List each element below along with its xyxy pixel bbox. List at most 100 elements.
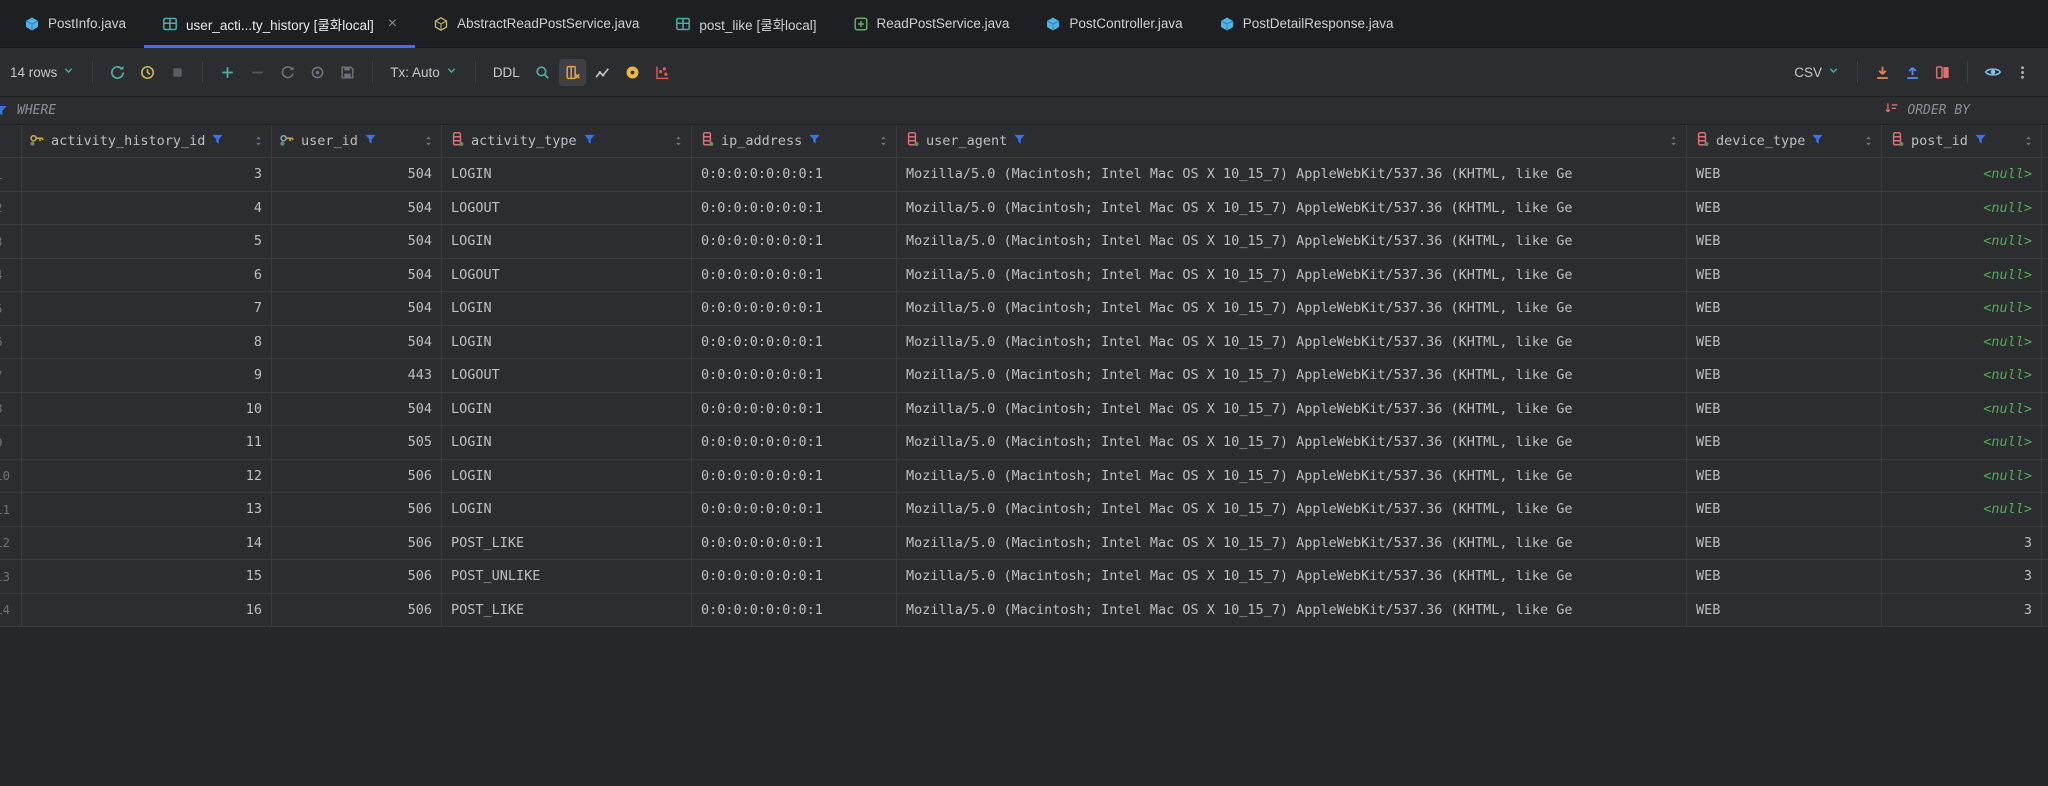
row-number[interactable]: 4 [0,258,22,292]
row-number[interactable]: 10 [0,459,22,493]
row-number[interactable]: 6 [0,325,22,359]
cell-activity_history_id[interactable]: 14 [22,526,272,560]
cell-ip_address[interactable]: 0:0:0:0:0:0:0:1 [692,292,897,326]
cell-device_type[interactable]: WEB [1687,258,1882,292]
cell-device_type[interactable]: WEB [1687,426,1882,460]
cell-activity_history_id[interactable]: 7 [22,292,272,326]
row-number[interactable]: 2 [0,191,22,225]
row-number[interactable]: 9 [0,426,22,460]
cell-user_agent[interactable]: Mozilla/5.0 (Macintosh; Intel Mac OS X 1… [897,359,1687,393]
cell-device_type[interactable]: WEB [1687,359,1882,393]
export-format-dropdown[interactable]: CSV [1788,64,1846,80]
cell-user_agent[interactable]: Mozilla/5.0 (Macintosh; Intel Mac OS X 1… [897,426,1687,460]
cell-activity_type[interactable]: LOGIN [442,426,692,460]
cell-activity_history_id[interactable]: 3 [22,158,272,192]
cell-post_id[interactable]: <null> [1882,359,2042,393]
cell-ip_address[interactable]: 0:0:0:0:0:0:0:1 [692,560,897,594]
cell-user_id[interactable]: 504 [272,158,442,192]
cell-activity_history_id[interactable]: 16 [22,593,272,627]
cell-activity_type[interactable]: LOGIN [442,459,692,493]
cell-activity_history_id[interactable]: 15 [22,560,272,594]
add-row-icon[interactable] [214,59,241,86]
cell-activity_type[interactable]: POST_LIKE [442,526,692,560]
cell-device_type[interactable]: WEB [1687,292,1882,326]
row-number[interactable]: 5 [0,292,22,326]
filter-funnel-icon[interactable] [211,133,224,150]
cell-user_agent[interactable]: Mozilla/5.0 (Macintosh; Intel Mac OS X 1… [897,526,1687,560]
cell-user_id[interactable]: 505 [272,426,442,460]
sort-arrows-icon[interactable] [253,134,264,148]
cell-user_id[interactable]: 504 [272,325,442,359]
cell-post_id[interactable]: <null> [1882,493,2042,527]
order-by-filter[interactable]: ORDER BY [1884,97,2048,124]
column-header-ip_address[interactable]: ip_address [692,125,897,158]
filter-funnel-icon[interactable] [1811,133,1824,150]
kebab-menu-icon[interactable] [2009,59,2036,86]
cell-user_agent[interactable]: Mozilla/5.0 (Macintosh; Intel Mac OS X 1… [897,392,1687,426]
cell-activity_history_id[interactable]: 4 [22,191,272,225]
editor-tab[interactable]: PostInfo.java [6,0,144,47]
editor-tab[interactable]: ReadPostService.java [835,0,1028,47]
cell-activity_type[interactable]: LOGIN [442,292,692,326]
redo-icon[interactable] [274,59,301,86]
cell-ip_address[interactable]: 0:0:0:0:0:0:0:1 [692,158,897,192]
record-circle-icon[interactable] [619,59,646,86]
column-header-user_id[interactable]: user_id [272,125,442,158]
cell-activity_type[interactable]: LOGIN [442,225,692,259]
cell-post_id[interactable]: <null> [1882,292,2042,326]
cell-user_agent[interactable]: Mozilla/5.0 (Macintosh; Intel Mac OS X 1… [897,493,1687,527]
cell-activity_history_id[interactable]: 13 [22,493,272,527]
cell-ip_address[interactable]: 0:0:0:0:0:0:0:1 [692,191,897,225]
cell-device_type[interactable]: WEB [1687,526,1882,560]
sort-arrows-icon[interactable] [673,134,684,148]
row-number[interactable]: 13 [0,560,22,594]
cell-ip_address[interactable]: 0:0:0:0:0:0:0:1 [692,493,897,527]
cell-ip_address[interactable]: 0:0:0:0:0:0:0:1 [692,459,897,493]
delete-row-icon[interactable] [244,59,271,86]
refresh-icon[interactable] [104,59,131,86]
cell-post_id[interactable]: <null> [1882,325,2042,359]
save-icon[interactable] [334,59,361,86]
search-icon[interactable] [529,59,556,86]
cell-post_id[interactable]: <null> [1882,158,2042,192]
row-number[interactable]: 1 [0,158,22,192]
cell-activity_type[interactable]: POST_UNLIKE [442,560,692,594]
cell-user_id[interactable]: 506 [272,459,442,493]
cell-activity_history_id[interactable]: 12 [22,459,272,493]
where-filter[interactable]: WHERE [0,97,56,124]
cell-device_type[interactable]: WEB [1687,392,1882,426]
cell-user_agent[interactable]: Mozilla/5.0 (Macintosh; Intel Mac OS X 1… [897,560,1687,594]
sort-arrows-icon[interactable] [423,134,434,148]
import-upload-icon[interactable] [1899,59,1926,86]
cell-ip_address[interactable]: 0:0:0:0:0:0:0:1 [692,426,897,460]
cell-user_agent[interactable]: Mozilla/5.0 (Macintosh; Intel Mac OS X 1… [897,292,1687,326]
editor-tab[interactable]: AbstractReadPostService.java [415,0,657,47]
cell-user_agent[interactable]: Mozilla/5.0 (Macintosh; Intel Mac OS X 1… [897,593,1687,627]
filter-funnel-icon[interactable] [1974,133,1987,150]
cell-user_agent[interactable]: Mozilla/5.0 (Macintosh; Intel Mac OS X 1… [897,191,1687,225]
cell-activity_type[interactable]: LOGIN [442,392,692,426]
cell-user_id[interactable]: 443 [272,359,442,393]
cell-user_agent[interactable]: Mozilla/5.0 (Macintosh; Intel Mac OS X 1… [897,459,1687,493]
cell-user_agent[interactable]: Mozilla/5.0 (Macintosh; Intel Mac OS X 1… [897,325,1687,359]
cell-ip_address[interactable]: 0:0:0:0:0:0:0:1 [692,225,897,259]
filter-funnel-icon[interactable] [808,133,821,150]
cell-post_id[interactable]: <null> [1882,392,2042,426]
cell-post_id[interactable]: 3 [1882,560,2042,594]
cell-post_id[interactable]: 3 [1882,593,2042,627]
row-number[interactable]: 3 [0,225,22,259]
chart-icon[interactable] [589,59,616,86]
cell-device_type[interactable]: WEB [1687,325,1882,359]
column-header-device_type[interactable]: device_type [1687,125,1882,158]
export-download-icon[interactable] [1869,59,1896,86]
cell-ip_address[interactable]: 0:0:0:0:0:0:0:1 [692,325,897,359]
row-number[interactable]: 11 [0,493,22,527]
sort-arrows-icon[interactable] [1863,134,1874,148]
row-number[interactable]: 14 [0,593,22,627]
column-header-user_agent[interactable]: user_agent [897,125,1687,158]
cell-device_type[interactable]: WEB [1687,493,1882,527]
cell-activity_history_id[interactable]: 8 [22,325,272,359]
cell-activity_type[interactable]: LOGOUT [442,191,692,225]
cell-activity_type[interactable]: LOGIN [442,493,692,527]
history-icon[interactable] [134,59,161,86]
